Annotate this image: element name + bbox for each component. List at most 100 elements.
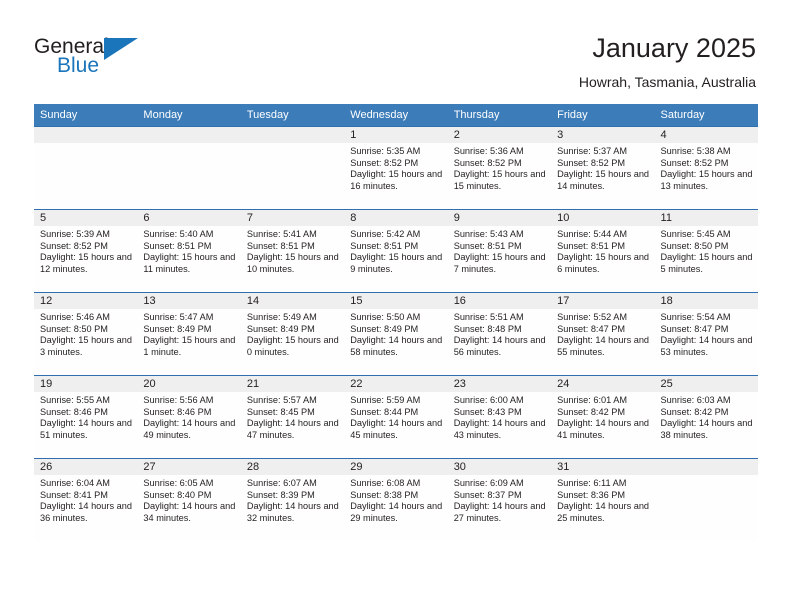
day-number: 11: [654, 210, 758, 226]
calendar-day-cell[interactable]: 1 Sunrise: 5:35 AM Sunset: 8:52 PM Daylight…: [344, 126, 448, 209]
sunrise-time: Sunrise: 5:50 AM: [350, 312, 421, 322]
sunset-time: Sunset: 8:51 PM: [350, 240, 419, 251]
calendar-day-cell[interactable]: 31 Sunrise: 6:11 AM Sunset: 8:36 PM Dayligh…: [551, 458, 655, 541]
sunset-time: Sunset: 8:45 PM: [246, 406, 315, 417]
day-number: 14: [240, 293, 345, 309]
day-number: 31: [551, 459, 655, 475]
sunset-time: Sunset: 8:47 PM: [660, 323, 729, 334]
day-details: Sunrise: 5:45 AM Sunset: 8:50 PM Daylight:…: [655, 226, 758, 275]
sunset-time: Sunset: 8:42 PM: [660, 406, 729, 417]
sunset-time: Sunset: 8:52 PM: [453, 157, 522, 168]
day-details: Sunrise: 5:41 AM Sunset: 8:51 PM Daylight:…: [241, 226, 344, 275]
daylight-duration: Daylight: 14 hours and 45 minutes.: [350, 418, 443, 440]
daylight-duration: Daylight: 15 hours and 16 minutes.: [350, 169, 443, 191]
daylight-duration: Daylight: 15 hours and 11 minutes.: [143, 252, 236, 274]
daylight-duration: Daylight: 14 hours and 49 minutes.: [143, 418, 236, 440]
calendar-cell-empty: [654, 458, 758, 541]
day-details: Sunrise: 5:39 AM Sunset: 8:52 PM Daylight:…: [34, 226, 137, 275]
sunset-time: Sunset: 8:44 PM: [350, 406, 419, 417]
day-details: Sunrise: 5:59 AM Sunset: 8:44 PM Daylight:…: [344, 392, 447, 441]
sunrise-time: Sunrise: 5:49 AM: [246, 312, 317, 322]
day-number: 30: [447, 459, 552, 475]
sunset-time: Sunset: 8:48 PM: [453, 323, 522, 334]
daylight-duration: Daylight: 15 hours and 3 minutes.: [40, 335, 132, 357]
day-number: 22: [344, 376, 448, 392]
calendar-day-cell[interactable]: 30 Sunrise: 6:09 AM Sunset: 8:37 PM Dayligh…: [447, 458, 552, 541]
day-details: Sunrise: 6:09 AM Sunset: 8:37 PM Daylight:…: [448, 475, 551, 524]
sunset-time: Sunset: 8:51 PM: [143, 240, 212, 251]
day-details: Sunrise: 5:56 AM Sunset: 8:46 PM Daylight:…: [137, 392, 240, 441]
calendar-day-cell[interactable]: 21 Sunrise: 5:57 AM Sunset: 8:45 PM Dayligh…: [240, 375, 345, 458]
daylight-duration: Daylight: 15 hours and 12 minutes.: [40, 252, 132, 274]
daylight-duration: Daylight: 15 hours and 1 minute.: [143, 335, 236, 357]
day-number: 4: [654, 127, 758, 143]
calendar-day-cell[interactable]: 25 Sunrise: 6:03 AM Sunset: 8:42 PM Dayligh…: [654, 375, 758, 458]
calendar-day-cell[interactable]: 15 Sunrise: 5:50 AM Sunset: 8:49 PM Dayligh…: [344, 292, 448, 375]
calendar-day-cell[interactable]: 19 Sunrise: 5:55 AM Sunset: 8:46 PM Dayligh…: [34, 375, 138, 458]
day-number: 18: [654, 293, 758, 309]
sunset-time: Sunset: 8:43 PM: [453, 406, 522, 417]
calendar-day-cell[interactable]: 27 Sunrise: 6:05 AM Sunset: 8:40 PM Dayligh…: [137, 458, 241, 541]
calendar-day-cell[interactable]: 14 Sunrise: 5:49 AM Sunset: 8:49 PM Dayligh…: [240, 292, 345, 375]
calendar-day-cell[interactable]: 5 Sunrise: 5:39 AM Sunset: 8:52 PM Daylight…: [34, 209, 138, 292]
day-number: 27: [137, 459, 241, 475]
day-details: Sunrise: 5:57 AM Sunset: 8:45 PM Daylight:…: [241, 392, 344, 441]
day-details: Sunrise: 6:07 AM Sunset: 8:39 PM Daylight:…: [241, 475, 344, 524]
calendar-day-cell[interactable]: 10 Sunrise: 5:44 AM Sunset: 8:51 PM Dayligh…: [551, 209, 655, 292]
calendar-day-cell[interactable]: 23 Sunrise: 6:00 AM Sunset: 8:43 PM Dayligh…: [447, 375, 552, 458]
calendar-day-cell[interactable]: 6 Sunrise: 5:40 AM Sunset: 8:51 PM Daylight…: [137, 209, 241, 292]
calendar-day-cell[interactable]: 8 Sunrise: 5:42 AM Sunset: 8:51 PM Daylight…: [344, 209, 448, 292]
daylight-duration: Daylight: 14 hours and 47 minutes.: [246, 418, 339, 440]
daylight-duration: Daylight: 15 hours and 10 minutes.: [246, 252, 339, 274]
calendar-day-cell[interactable]: 17 Sunrise: 5:52 AM Sunset: 8:47 PM Dayligh…: [551, 292, 655, 375]
calendar-day-cell[interactable]: 2 Sunrise: 5:36 AM Sunset: 8:52 PM Daylight…: [447, 126, 552, 209]
daylight-duration: Daylight: 15 hours and 6 minutes.: [557, 252, 650, 274]
sunset-time: Sunset: 8:51 PM: [557, 240, 626, 251]
sunset-time: Sunset: 8:49 PM: [350, 323, 419, 334]
page-header: General Blue January 2025 Howrah, Tasman…: [0, 0, 792, 100]
day-number: 21: [240, 376, 345, 392]
day-number: 28: [240, 459, 345, 475]
general-blue-logo[interactable]: General Blue: [34, 36, 154, 82]
day-details: Sunrise: 5:55 AM Sunset: 8:46 PM Daylight:…: [34, 392, 137, 441]
title-block: January 2025 Howrah, Tasmania, Australia: [579, 32, 756, 91]
calendar-day-cell[interactable]: 22 Sunrise: 5:59 AM Sunset: 8:44 PM Dayligh…: [344, 375, 448, 458]
sunset-time: Sunset: 8:52 PM: [557, 157, 626, 168]
calendar-day-cell[interactable]: 9 Sunrise: 5:43 AM Sunset: 8:51 PM Daylight…: [447, 209, 552, 292]
day-number: [34, 127, 138, 143]
calendar-day-cell[interactable]: 28 Sunrise: 6:07 AM Sunset: 8:39 PM Dayligh…: [240, 458, 345, 541]
calendar-day-cell[interactable]: 20 Sunrise: 5:56 AM Sunset: 8:46 PM Dayligh…: [137, 375, 241, 458]
daylight-duration: Daylight: 14 hours and 36 minutes.: [40, 501, 132, 523]
day-number: 2: [447, 127, 552, 143]
day-details: Sunrise: 5:52 AM Sunset: 8:47 PM Daylight:…: [551, 309, 654, 358]
sunset-time: Sunset: 8:51 PM: [246, 240, 315, 251]
calendar-day-cell[interactable]: 16 Sunrise: 5:51 AM Sunset: 8:48 PM Dayligh…: [447, 292, 552, 375]
day-details: Sunrise: 6:01 AM Sunset: 8:42 PM Daylight:…: [551, 392, 654, 441]
sunrise-time: Sunrise: 5:38 AM: [660, 146, 731, 156]
calendar-day-cell[interactable]: 4 Sunrise: 5:38 AM Sunset: 8:52 PM Daylight…: [654, 126, 758, 209]
sunrise-time: Sunrise: 5:59 AM: [350, 395, 421, 405]
sunrise-time: Sunrise: 6:07 AM: [246, 478, 317, 488]
calendar-day-cell[interactable]: 18 Sunrise: 5:54 AM Sunset: 8:47 PM Dayligh…: [654, 292, 758, 375]
calendar-day-cell[interactable]: 11 Sunrise: 5:45 AM Sunset: 8:50 PM Dayligh…: [654, 209, 758, 292]
sunrise-time: Sunrise: 6:09 AM: [453, 478, 524, 488]
calendar-day-cell[interactable]: 3 Sunrise: 5:37 AM Sunset: 8:52 PM Daylight…: [551, 126, 655, 209]
calendar-day-cell[interactable]: 12 Sunrise: 5:46 AM Sunset: 8:50 PM Dayligh…: [34, 292, 138, 375]
calendar-day-cell[interactable]: 29 Sunrise: 6:08 AM Sunset: 8:38 PM Dayligh…: [344, 458, 448, 541]
sunset-time: Sunset: 8:46 PM: [40, 406, 108, 417]
calendar-day-cell[interactable]: 7 Sunrise: 5:41 AM Sunset: 8:51 PM Daylight…: [240, 209, 345, 292]
daylight-duration: Daylight: 15 hours and 15 minutes.: [453, 169, 546, 191]
day-details: Sunrise: 6:00 AM Sunset: 8:43 PM Daylight:…: [448, 392, 551, 441]
day-details: Sunrise: 5:35 AM Sunset: 8:52 PM Daylight:…: [344, 143, 447, 192]
calendar-day-cell[interactable]: 13 Sunrise: 5:47 AM Sunset: 8:49 PM Dayligh…: [137, 292, 241, 375]
calendar-week-row: 26 Sunrise: 6:04 AM Sunset: 8:41 PM Dayligh…: [34, 458, 758, 541]
daylight-duration: Daylight: 14 hours and 51 minutes.: [40, 418, 132, 440]
daylight-duration: Daylight: 14 hours and 41 minutes.: [557, 418, 650, 440]
day-details: Sunrise: 5:51 AM Sunset: 8:48 PM Daylight:…: [448, 309, 551, 358]
sunrise-time: Sunrise: 5:52 AM: [557, 312, 628, 322]
day-number: 17: [551, 293, 655, 309]
sunset-time: Sunset: 8:39 PM: [246, 489, 315, 500]
calendar-day-cell[interactable]: 26 Sunrise: 6:04 AM Sunset: 8:41 PM Dayligh…: [34, 458, 138, 541]
calendar-day-cell[interactable]: 24 Sunrise: 6:01 AM Sunset: 8:42 PM Dayligh…: [551, 375, 655, 458]
sunrise-time: Sunrise: 6:01 AM: [557, 395, 628, 405]
